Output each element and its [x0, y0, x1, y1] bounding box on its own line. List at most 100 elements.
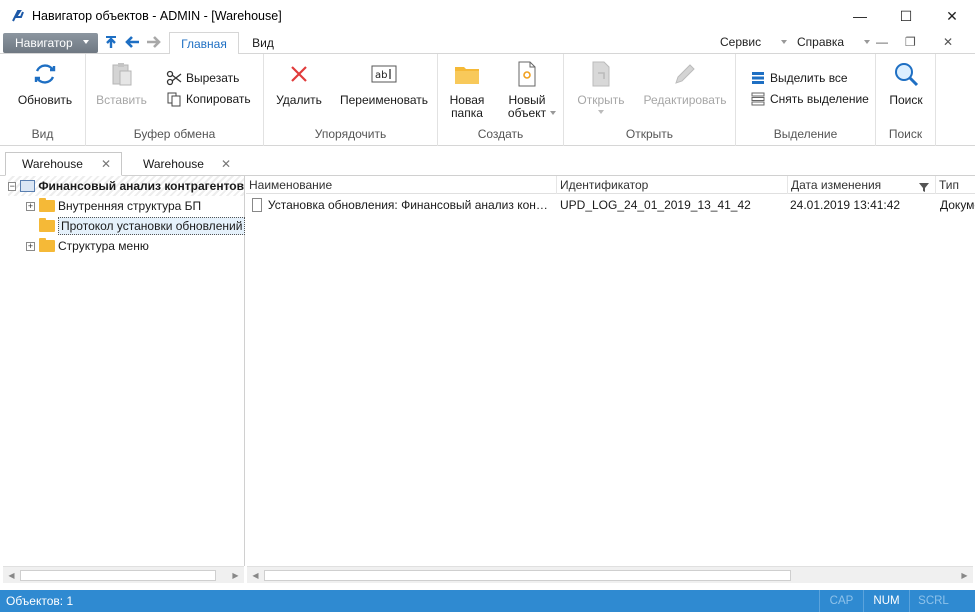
cell-date: 24.01.2019 13:41:42: [790, 198, 901, 212]
title-bar: Навигатор объектов - ADMIN - [Warehouse]…: [0, 0, 975, 32]
app-logo-icon: [10, 8, 26, 24]
scroll-right-icon[interactable]: ▶: [956, 567, 973, 584]
new-folder-label-2: папка: [451, 106, 483, 120]
tree-pane: − Финансовый анализ контрагентов + Внутр…: [0, 176, 246, 566]
menu-help-label: Справка: [797, 35, 845, 49]
object-count: Объектов: 1: [6, 594, 74, 608]
folder-icon: [39, 238, 55, 252]
navigator-label: Навигатор: [15, 36, 73, 50]
delete-label: Удалить: [276, 93, 322, 107]
scroll-thumb[interactable]: [20, 570, 216, 581]
doc-tab-warehouse-1[interactable]: Warehouse ✕: [5, 152, 122, 176]
tree-item-label: Структура меню: [58, 239, 149, 253]
column-date-label: Дата изменения: [791, 178, 882, 192]
chevron-down-icon: [781, 40, 788, 44]
mdi-minimize-button[interactable]: —: [876, 35, 888, 49]
copy-icon: [166, 91, 182, 107]
cap-indicator: CAP: [819, 590, 863, 612]
document-icon: [252, 198, 262, 212]
select-all-label: Выделить все: [770, 71, 848, 85]
folder-icon: [39, 198, 55, 212]
table-row[interactable]: Установка обновления: Финансовый анализ …: [246, 195, 975, 215]
group-clipboard-label: Буфер обмена: [133, 127, 216, 141]
rename-button[interactable]: ab Переименовать: [338, 60, 430, 107]
scroll-left-icon[interactable]: ◀: [247, 567, 264, 584]
close-icon[interactable]: ✕: [221, 157, 231, 171]
list-horizontal-scrollbar[interactable]: ◀ ▶: [247, 566, 973, 583]
cut-button[interactable]: Вырезать: [166, 70, 239, 86]
scrl-indicator: SCRL: [909, 590, 957, 612]
menu-service-label: Сервис: [720, 35, 762, 49]
select-all-icon: [750, 70, 766, 86]
column-id[interactable]: Идентификатор: [557, 176, 788, 194]
edit-label: Редактировать: [643, 93, 727, 107]
close-icon[interactable]: ✕: [101, 157, 111, 171]
scroll-left-icon[interactable]: ◀: [3, 567, 20, 584]
refresh-button[interactable]: Обновить: [16, 60, 74, 107]
group-search: Поиск Поиск: [876, 54, 936, 146]
forward-arrow-icon[interactable]: [146, 34, 162, 50]
open-button[interactable]: Открыть: [572, 60, 630, 114]
up-arrow-icon[interactable]: [103, 34, 119, 50]
group-view-label: Вид: [31, 127, 54, 141]
tab-home[interactable]: Главная: [169, 32, 239, 55]
document-tabs: Warehouse ✕ Warehouse ✕: [0, 146, 975, 176]
object-list: Наименование Идентификатор Дата изменени…: [246, 176, 975, 566]
tree-horizontal-scrollbar[interactable]: ◀ ▶: [3, 566, 244, 583]
group-search-label: Поиск: [888, 127, 923, 141]
back-arrow-icon[interactable]: [124, 34, 140, 50]
menu-service[interactable]: Сервис: [720, 35, 788, 49]
cell-name-text: Установка обновления: Финансовый анализ …: [267, 198, 552, 212]
filter-icon[interactable]: [919, 181, 929, 195]
tab-view[interactable]: Вид: [243, 32, 283, 54]
paste-label: Вставить: [96, 93, 147, 107]
chevron-down-icon: [598, 110, 604, 114]
tree-item[interactable]: + Внутренняя структура БП: [26, 196, 201, 216]
select-all-button[interactable]: Выделить все: [750, 70, 848, 86]
search-label: Поиск: [889, 93, 923, 107]
doc-tab-warehouse-2[interactable]: Warehouse ✕: [127, 152, 241, 176]
column-date[interactable]: Дата изменения: [788, 176, 936, 194]
delete-x-icon: [285, 60, 313, 88]
chevron-down-icon[interactable]: [550, 111, 556, 115]
collapse-icon[interactable]: −: [8, 181, 17, 191]
tree-root[interactable]: − Финансовый анализ контрагентов: [8, 176, 244, 196]
expand-icon[interactable]: +: [26, 201, 35, 211]
window-title: Навигатор объектов - ADMIN - [Warehouse]: [32, 9, 282, 23]
group-create: Новая папка Новый объект Создать: [438, 54, 564, 146]
mdi-close-button[interactable]: ✕: [943, 35, 953, 49]
tree-item-selected[interactable]: Протокол установки обновлений: [39, 216, 246, 236]
tree-item-label: Внутренняя структура БП: [58, 199, 202, 213]
rename-icon: ab: [370, 60, 398, 88]
new-document-icon: [513, 60, 541, 88]
scroll-thumb[interactable]: [264, 570, 791, 581]
cell-type: Документ: [940, 198, 975, 212]
new-folder-button[interactable]: Новая папка: [444, 60, 490, 120]
scissors-icon: [166, 70, 182, 86]
mdi-restore-button[interactable]: ❐: [905, 35, 916, 49]
close-button[interactable]: ✕: [929, 0, 975, 32]
menu-help[interactable]: Справка: [797, 35, 871, 49]
doc-tab-label: Warehouse: [143, 157, 204, 171]
new-object-label-2: объект: [507, 106, 547, 120]
search-button[interactable]: Поиск: [882, 60, 930, 107]
scroll-right-icon[interactable]: ▶: [227, 567, 244, 584]
deselect-button[interactable]: Снять выделение: [750, 91, 869, 107]
expand-icon[interactable]: +: [26, 241, 35, 251]
delete-button[interactable]: Удалить: [274, 60, 324, 107]
copy-button[interactable]: Копировать: [166, 91, 251, 107]
new-object-button[interactable]: Новый объект: [502, 60, 552, 120]
minimize-button[interactable]: —: [837, 0, 883, 32]
navigator-menu-button[interactable]: Навигатор: [3, 33, 98, 53]
cut-label: Вырезать: [186, 71, 240, 85]
column-type[interactable]: Тип: [936, 176, 975, 194]
paste-button[interactable]: Вставить: [94, 60, 149, 107]
group-open: Открыть Редактировать Открыть: [564, 54, 736, 146]
tree-item[interactable]: + Структура меню: [26, 236, 149, 256]
maximize-button[interactable]: ☐: [883, 0, 929, 32]
column-name[interactable]: Наименование: [246, 176, 557, 194]
edit-button[interactable]: Редактировать: [640, 60, 730, 107]
group-create-label: Создать: [477, 127, 524, 141]
rename-label: Переименовать: [340, 93, 428, 107]
cell-name: Установка обновления: Финансовый анализ …: [252, 195, 552, 215]
